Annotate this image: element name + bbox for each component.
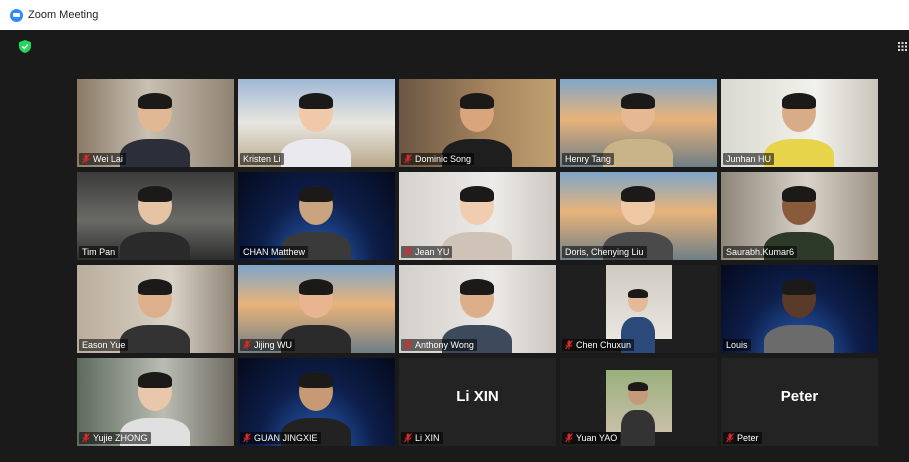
participant-tile[interactable]: Doris, Chenying Liu [560,172,717,260]
name-tag: Doris, Chenying Liu [562,246,647,258]
mic-off-icon [404,340,412,350]
mic-off-icon [565,433,573,443]
name-tag: Henry Tang [562,153,614,165]
participant-name: Saurabh.Kumar6 [726,247,795,257]
mic-off-icon [565,340,573,350]
participant-tile[interactable]: Peter Peter [721,358,878,446]
title-bar: Zoom Meeting [0,0,909,30]
mic-off-icon [404,154,412,164]
participant-tile[interactable]: CHAN Matthew [238,172,395,260]
mic-off-icon [404,433,412,443]
mic-off-icon [404,247,412,257]
participant-name: CHAN Matthew [243,247,306,257]
name-tag: GUAN JINGXIE [240,432,321,444]
mic-off-icon [82,433,90,443]
participant-tile[interactable]: Jijing WU [238,265,395,353]
name-tag: Jijing WU [240,339,296,351]
participant-tile[interactable]: Kristen Li [238,79,395,167]
name-tag: Li XIN [401,432,443,444]
participant-tile[interactable]: Tim Pan [77,172,234,260]
participant-tile[interactable]: Junhan HU [721,79,878,167]
name-tag: Eason Yue [79,339,129,351]
participant-name: Chen Chuxun [576,340,632,350]
participant-name: Kristen Li [243,154,281,164]
mic-off-icon [243,340,251,350]
name-tag: Louis [723,339,751,351]
participant-tile[interactable]: Anthony Wong [399,265,556,353]
participant-tile[interactable]: Yuan YAO [560,358,717,446]
participant-name: Wei Lai [93,154,123,164]
participant-name: Yuan YAO [576,433,618,443]
participant-name: Anthony Wong [415,340,474,350]
participant-name: Yujie ZHONG [93,433,148,443]
mic-off-icon [82,154,90,164]
participant-tile[interactable]: Louis [721,265,878,353]
name-tag: Dominic Song [401,153,475,165]
participant-tile[interactable]: Henry Tang [560,79,717,167]
participant-name: Doris, Chenying Liu [565,247,644,257]
participant-name: Henry Tang [565,154,611,164]
participant-tile[interactable]: Yujie ZHONG [77,358,234,446]
participant-name: GUAN JINGXIE [254,433,318,443]
meeting-area: Wei Lai Kristen Li Dominic Song Henry Tang J… [0,30,909,462]
participant-name: Jean YU [415,247,450,257]
name-tag: Tim Pan [79,246,119,258]
name-tag: Chen Chuxun [562,339,635,351]
name-tag: Yuan YAO [562,432,621,444]
name-tag: Anthony Wong [401,339,477,351]
participant-name: Louis [726,340,748,350]
participant-display-name: Li XIN [456,388,499,405]
name-tag: Jean YU [401,246,453,258]
participant-tile[interactable]: Wei Lai [77,79,234,167]
participant-name: Dominic Song [415,154,472,164]
participant-name: Tim Pan [82,247,116,257]
name-tag: Wei Lai [79,153,126,165]
security-shield-icon[interactable] [19,40,31,53]
participant-name: Li XIN [415,433,440,443]
participant-tile[interactable]: Saurabh.Kumar6 [721,172,878,260]
participant-name: Peter [737,433,759,443]
name-tag: Kristen Li [240,153,284,165]
name-tag: Peter [723,432,762,444]
participant-tile[interactable]: Jean YU [399,172,556,260]
name-tag: Saurabh.Kumar6 [723,246,798,258]
participant-name: Junhan HU [726,154,772,164]
participant-tile[interactable]: Chen Chuxun [560,265,717,353]
participant-tile[interactable]: GUAN JINGXIE [238,358,395,446]
mic-off-icon [726,433,734,443]
name-tag: Junhan HU [723,153,775,165]
name-tag: CHAN Matthew [240,246,309,258]
participant-display-name: Peter [780,388,819,405]
participant-tile[interactable]: Eason Yue [77,265,234,353]
participant-name: Eason Yue [82,340,126,350]
participant-tile[interactable]: Dominic Song [399,79,556,167]
window-title: Zoom Meeting [28,9,99,21]
participant-tile[interactable]: Li XIN Li XIN [399,358,556,446]
mic-off-icon [243,433,251,443]
name-tag: Yujie ZHONG [79,432,151,444]
zoom-logo-icon [10,8,23,22]
participant-name: Jijing WU [254,340,293,350]
grid-view-icon[interactable] [898,42,907,51]
